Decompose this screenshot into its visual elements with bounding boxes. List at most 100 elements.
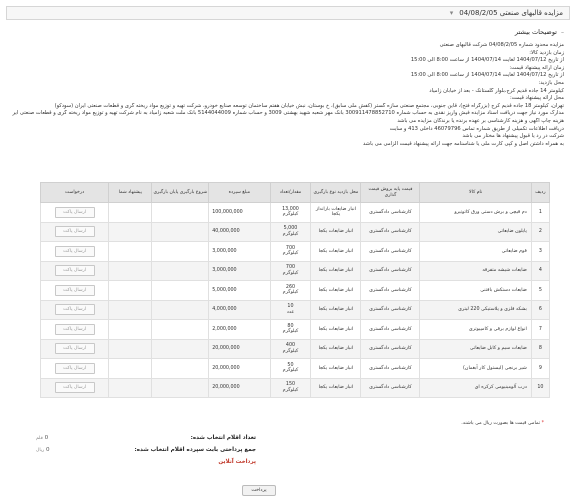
- qty-unit: عدد: [286, 309, 295, 315]
- send-envelope-button[interactable]: ارسال پاکت: [54, 226, 95, 238]
- deposit-total-row: جمع پرداختی بابت سپرده اقلام انتخاب شده:…: [36, 447, 256, 453]
- qty-unit: کیلوگرم: [282, 212, 299, 218]
- send-envelope-button[interactable]: ارسال پاکت: [54, 362, 95, 374]
- cell-loading: [151, 299, 210, 320]
- cell-row: 10: [530, 377, 551, 398]
- cell-action: ارسال پاکت: [39, 202, 110, 223]
- cell-location: انبار ضایعات یکجا: [310, 299, 362, 320]
- cell-offer[interactable]: [108, 241, 153, 262]
- cell-offer[interactable]: [108, 299, 153, 320]
- cell-location: انبار ضایعات یکجا: [310, 358, 362, 379]
- send-envelope-button[interactable]: ارسال پاکت: [54, 265, 95, 277]
- table-row: 8 ضایعات سیم و کابل ضایعاتی کارشناسی دادگس…: [39, 338, 551, 359]
- cell-offer[interactable]: [108, 221, 153, 242]
- cell-action: ارسال پاکت: [39, 280, 110, 301]
- auction-header-bar[interactable]: مزایده قالبهای صنعتی 04/08/2/05 ▾: [6, 6, 570, 20]
- cell-offer[interactable]: [108, 280, 153, 301]
- selected-count-label: تعداد اقلام انتخاب شده:: [190, 435, 256, 441]
- chevron-down-icon[interactable]: ▾: [450, 9, 454, 17]
- cell-deposit: 5,000,000: [208, 280, 271, 301]
- section-title: توضیحات بیشتر: [514, 28, 557, 36]
- description-line: شرکت در رد یا قبول پیشنهاد ها مختار می ب…: [462, 133, 564, 140]
- cell-item-name: فوم ضایعاتی: [419, 241, 532, 262]
- qty-unit: کیلوگرم: [282, 251, 299, 257]
- cell-action: ارسال پاکت: [39, 319, 110, 340]
- cell-row: 8: [530, 338, 551, 359]
- description-line: زمان ارائه پیشنهاد قیمت:: [509, 64, 564, 71]
- cell-loading: [151, 202, 210, 223]
- cell-action: ارسال پاکت: [39, 377, 110, 398]
- minus-icon[interactable]: –: [561, 29, 564, 36]
- cell-offer[interactable]: [108, 260, 153, 281]
- send-envelope-button[interactable]: ارسال پاکت: [54, 323, 95, 335]
- cell-basis: کارشناسی دادگستری: [360, 221, 421, 242]
- cell-loading: [151, 358, 210, 379]
- cell-loading: [151, 280, 210, 301]
- cell-item-name: پایلون ضایعاتی: [419, 221, 532, 242]
- description-line: کیلومتر 14 جاده قدیم کرج،بلوار گلستانک -…: [429, 87, 564, 94]
- table-row: 6 بشکه فلزی و پلاستیکی 220 لیتری کارشناسی …: [39, 299, 551, 320]
- cell-row: 4: [530, 260, 551, 281]
- cell-basis: کارشناسی دادگستری: [360, 241, 421, 262]
- send-envelope-button[interactable]: ارسال پاکت: [54, 304, 95, 316]
- send-envelope-button[interactable]: ارسال پاکت: [54, 382, 95, 394]
- send-envelope-button[interactable]: ارسال پاکت: [54, 245, 95, 257]
- cell-loading: [151, 377, 210, 398]
- currency-note: * تمامی قیمت ها بصورت ریال می باشند.: [461, 421, 544, 426]
- send-envelope-button[interactable]: ارسال پاکت: [54, 343, 95, 355]
- description-line: به همراه داشتن اصل و کپی کارت ملی یا شنا…: [363, 140, 564, 147]
- pay-button[interactable]: پرداخت: [242, 485, 276, 496]
- selected-count-row: تعداد اقلام انتخاب شده: 0 قلم: [36, 435, 256, 441]
- cell-offer[interactable]: [108, 358, 153, 379]
- cell-location: انبار ضایعات یکجا: [310, 319, 362, 340]
- cell-location: انبار ضایعات یکجا: [310, 241, 362, 262]
- cell-location: انبار ضایعات یکجا: [310, 260, 362, 281]
- cell-qty: 700 کیلوگرم: [269, 260, 312, 281]
- cell-qty: 700 کیلوگرم: [269, 241, 312, 262]
- cell-action: ارسال پاکت: [39, 338, 110, 359]
- description-line: مدارک مورد نیاز جهت دریافت اسناد مزایده …: [12, 110, 564, 117]
- table-row: 9 شیر برنجی (لیستول کار آبغمان) کارشناسی د…: [39, 358, 551, 379]
- cell-deposit: 100,000,000: [208, 202, 271, 223]
- cell-row: 3: [530, 241, 551, 262]
- cell-location: انبار ضایعات یکجا: [310, 338, 362, 359]
- col-qty: مقدار/تعداد: [269, 182, 312, 203]
- col-item: نام کالا: [419, 182, 532, 203]
- description-line: دریافت اطلاعات تکمیلی از طریق شماره تماس…: [389, 125, 564, 132]
- description-section-header[interactable]: – توضیحات بیشتر: [6, 26, 570, 38]
- cell-offer[interactable]: [108, 202, 153, 223]
- col-offer: پیشنهاد شما: [108, 182, 153, 203]
- selected-count-value: 0: [44, 435, 49, 441]
- cell-loading: [151, 260, 210, 281]
- summary-box: تعداد اقلام انتخاب شده: 0 قلم جمع پرداخت…: [36, 432, 256, 468]
- cell-offer[interactable]: [108, 377, 153, 398]
- qty-unit: کیلوگرم: [282, 368, 299, 374]
- cell-qty: 5,000 کیلوگرم: [269, 221, 312, 242]
- items-table: ردیف نام کالا قیمت پایه بروش قیمت گذاری …: [39, 182, 551, 398]
- table-header-row: ردیف نام کالا قیمت پایه بروش قیمت گذاری …: [39, 182, 551, 203]
- auction-title: مزایده قالبهای صنعتی 04/08/2/05: [459, 9, 563, 17]
- cell-offer[interactable]: [108, 338, 153, 359]
- cell-loading: [151, 338, 210, 359]
- description-line: محل بازدید:: [538, 79, 564, 86]
- cell-basis: کارشناسی دادگستری: [360, 338, 421, 359]
- col-basis: قیمت پایه بروش قیمت گذاری: [360, 182, 421, 203]
- qty-unit: کیلوگرم: [282, 231, 299, 237]
- cell-qty: 50 کیلوگرم: [269, 358, 312, 379]
- table-row: 4 ضایعات شیشه متفرقه کارشناسی دادگستری انبا…: [39, 260, 551, 281]
- cell-deposit: 20,000,000: [208, 358, 271, 379]
- cell-row: 1: [530, 202, 551, 223]
- cell-deposit: 3,000,000: [208, 241, 271, 262]
- cell-basis: کارشناسی دادگستری: [360, 280, 421, 301]
- col-location: محل بازدید نوع بارگیری: [310, 182, 362, 203]
- cell-basis: کارشناسی دادگستری: [360, 377, 421, 398]
- send-envelope-button[interactable]: ارسال پاکت: [54, 206, 95, 218]
- cell-item-name: درب آلومینیومی کرکره ای: [419, 377, 532, 398]
- cell-item-name: بشکه فلزی و پلاستیکی 220 لیتری: [419, 299, 532, 320]
- cell-offer[interactable]: [108, 319, 153, 340]
- qty-unit: کیلوگرم: [282, 387, 299, 393]
- cell-basis: کارشناسی دادگستری: [360, 358, 421, 379]
- send-envelope-button[interactable]: ارسال پاکت: [54, 284, 95, 296]
- cell-item-name: ضایعات سیم و کابل ضایعاتی: [419, 338, 532, 359]
- table-row: 2 پایلون ضایعاتی کارشناسی دادگستری انبار ضا…: [39, 221, 551, 242]
